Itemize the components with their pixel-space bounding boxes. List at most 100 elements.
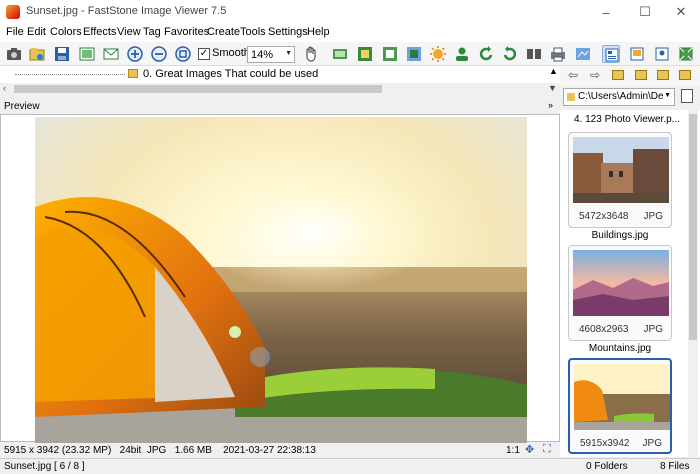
thumbnail-caption: Buildings.jpg: [591, 230, 649, 241]
zoom-ratio: 1:1: [506, 445, 520, 456]
camera-icon[interactable]: [5, 45, 23, 63]
minimize-button[interactable]: –: [587, 0, 625, 24]
resize-icon[interactable]: [356, 45, 374, 63]
scroll-thumb[interactable]: [14, 85, 382, 93]
back-icon[interactable]: ⇦: [568, 68, 578, 82]
menu-tools[interactable]: Tools: [240, 26, 266, 38]
fullscreen-icon[interactable]: [677, 45, 695, 63]
thumbnail-format: JPG: [643, 211, 663, 222]
compare-icon[interactable]: [525, 45, 543, 63]
chevron-down-icon[interactable]: ▼: [548, 83, 557, 93]
tree-hscrollbar[interactable]: ‹ ▼: [0, 83, 560, 95]
info-size: 1.66 MB: [174, 445, 212, 456]
menu-effects[interactable]: Effects: [83, 26, 116, 38]
collapse-icon[interactable]: »: [548, 100, 553, 110]
tree-line: [15, 74, 125, 75]
thumbnail-card-mountains[interactable]: 4608x2963 JPG: [568, 245, 672, 341]
user-tag-icon[interactable]: [453, 45, 471, 63]
menu-favorites[interactable]: Favorites: [164, 26, 209, 38]
folder-up-icon[interactable]: [612, 70, 624, 80]
zoom-in-icon[interactable]: [126, 45, 144, 63]
view-preview-icon[interactable]: [653, 45, 671, 63]
maximize-button[interactable]: ☐: [626, 0, 664, 24]
crop-icon[interactable]: [381, 45, 399, 63]
menu-tag[interactable]: Tag: [143, 26, 161, 38]
adjust-lighting-icon[interactable]: [429, 45, 447, 63]
menu-create[interactable]: Create: [207, 26, 240, 38]
status-files: 8 Files: [660, 461, 690, 472]
rotate-left-icon[interactable]: [477, 45, 495, 63]
thumbnail-image: [573, 250, 669, 316]
app-icon: [6, 5, 20, 19]
folder-tree: 0. Great Images That could be used ▲: [0, 66, 560, 83]
info-datetime: 2021-03-27 22:38:13: [223, 445, 316, 456]
fit-window-icon[interactable]: [78, 45, 96, 63]
new-folder-icon[interactable]: [657, 70, 669, 80]
image-viewer[interactable]: [0, 114, 560, 443]
menu-help[interactable]: Help: [307, 26, 330, 38]
status-file: Sunset.jpg [ 6 / 8 ]: [4, 461, 85, 472]
folder-icon[interactable]: [635, 70, 647, 80]
folder-path-combo[interactable]: C:\Users\Admin\Des ▼: [563, 88, 675, 106]
actual-size-icon[interactable]: [174, 45, 192, 63]
slideshow-icon[interactable]: [331, 45, 349, 63]
close-button[interactable]: ✕: [662, 0, 700, 24]
zoom-out-icon[interactable]: [150, 45, 168, 63]
view-thumbnails-icon[interactable]: [602, 45, 620, 63]
thumbnail-card-buildings[interactable]: 5472x3648 JPG: [568, 132, 672, 228]
print-icon[interactable]: [549, 45, 567, 63]
menu-file[interactable]: File: [6, 26, 24, 38]
scroll-thumb[interactable]: [689, 114, 697, 340]
thumbnail-caption: Mountains.jpg: [588, 343, 652, 354]
email-icon[interactable]: [102, 45, 120, 63]
hand-tool-icon[interactable]: [302, 45, 320, 63]
title-bar: Sunset.jpg - FastStone Image Viewer 7.5 …: [0, 0, 700, 24]
zoom-value: 14%: [251, 49, 274, 61]
thumbnail-format: JPG: [643, 324, 663, 335]
thumbnail-image: [573, 137, 669, 203]
thumbnail-dimensions: 4608x2963: [579, 324, 629, 335]
thumbnail-vscrollbar[interactable]: [688, 110, 698, 457]
browser-nav: ⇦ ⇨: [560, 66, 700, 86]
tree-folder-item[interactable]: 0. Great Images That could be used: [143, 68, 318, 80]
menu-settings[interactable]: Settings: [268, 26, 308, 38]
view-details-icon[interactable]: [628, 45, 646, 63]
chevron-down-icon: ▼: [664, 92, 671, 99]
canvas-icon[interactable]: [405, 45, 423, 63]
fit-icon[interactable]: ✥: [525, 443, 534, 456]
open-folder-icon[interactable]: [28, 45, 46, 63]
trash-icon[interactable]: [681, 89, 693, 103]
menu-edit[interactable]: Edit: [27, 26, 46, 38]
chevron-up-icon[interactable]: ▲: [549, 66, 558, 76]
smooth-checkbox[interactable]: ✓: [198, 48, 210, 60]
menu-view[interactable]: View: [117, 26, 141, 38]
sunset-photo: [35, 117, 527, 443]
thumbnail-dimensions: 5472x3648: [579, 211, 629, 222]
fullscreen-toggle-icon[interactable]: ⛶: [543, 443, 551, 456]
zoom-select[interactable]: 14% ▼: [247, 46, 295, 63]
image-info-bar: 5915 x 3942 (23.32 MP) 24bit JPG 1.66 MB…: [0, 443, 560, 458]
save-icon[interactable]: [53, 45, 71, 63]
forward-icon[interactable]: ⇨: [590, 68, 600, 82]
preview-title: Preview: [4, 101, 40, 112]
status-bar: Sunset.jpg [ 6 / 8 ] 0 Folders 8 Files: [0, 458, 700, 474]
scanner-icon[interactable]: [574, 45, 592, 63]
thumbnail-dimensions: 5915x3942: [580, 438, 630, 449]
image-info-text: 5915 x 3942 (23.32 MP) 24bit JPG 1.66 MB…: [4, 445, 316, 456]
thumb-folder-item[interactable]: 4. 123 Photo Viewer.p...: [574, 114, 680, 125]
preview-header: Preview »: [0, 100, 560, 114]
thumbnail-image: [574, 364, 670, 430]
info-bitdepth: 24bit: [119, 445, 142, 456]
info-format: JPG: [146, 445, 167, 456]
rotate-right-icon[interactable]: [501, 45, 519, 63]
chevron-down-icon: ▼: [285, 50, 292, 57]
scroll-left-icon[interactable]: ‹: [3, 83, 6, 93]
folder-path: C:\Users\Admin\Des: [578, 91, 664, 102]
folder-icon: [567, 93, 575, 101]
favorite-folder-icon[interactable]: [679, 70, 691, 80]
folder-icon: [128, 69, 138, 78]
thumbnail-card-sunset[interactable]: 5915x3942 JPG: [568, 358, 672, 454]
menu-colors[interactable]: Colors: [50, 26, 82, 38]
menu-bar: File Edit Colors Effects View Tag Favori…: [0, 24, 700, 42]
info-dimensions: 5915 x 3942 (23.32 MP): [4, 445, 112, 456]
